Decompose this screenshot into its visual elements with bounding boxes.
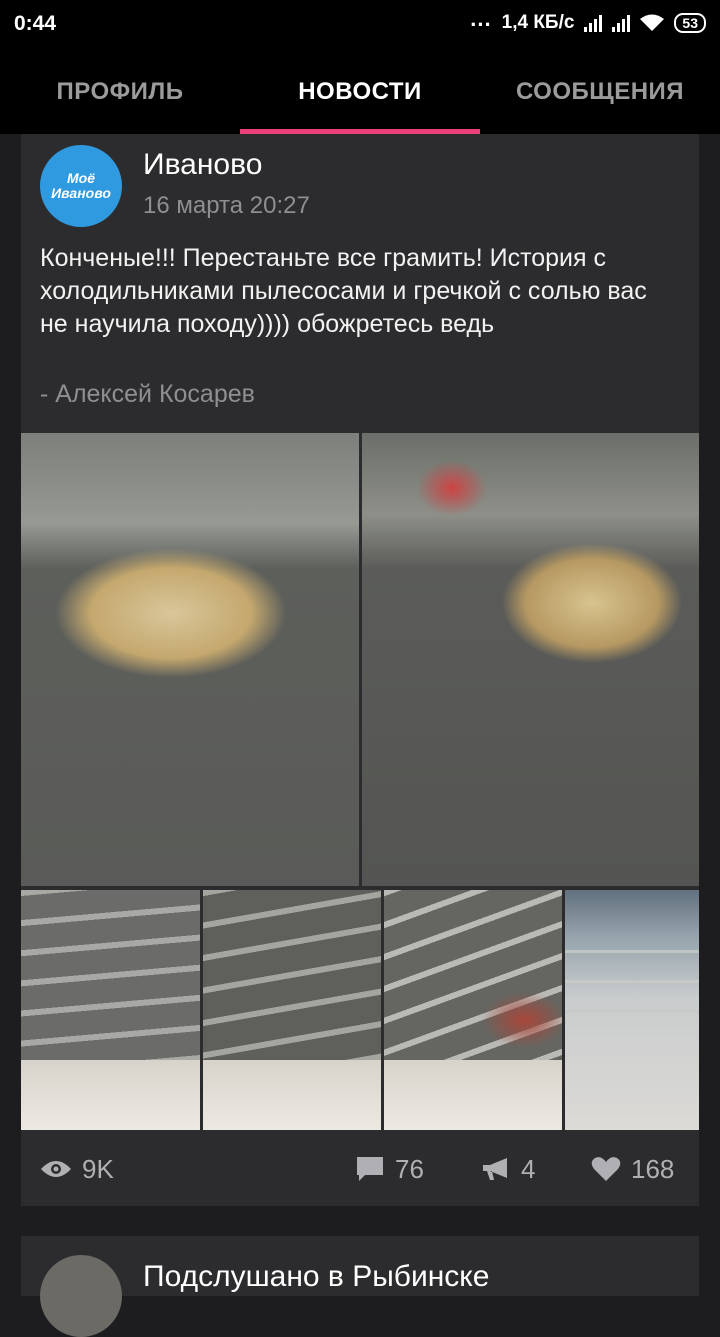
more-dots-icon: ... — [470, 6, 492, 31]
battery-icon: 53 — [674, 13, 706, 33]
repost-button[interactable]: 4 — [481, 1144, 535, 1194]
comments-button[interactable]: 76 — [355, 1144, 424, 1194]
status-bar: 0:44 ... 1,4 КБ/с 53 — [0, 0, 720, 50]
tab-messages[interactable]: СООБЩЕНИЯ — [480, 50, 720, 134]
heart-icon — [591, 1157, 621, 1181]
tab-news[interactable]: НОВОСТИ — [240, 50, 480, 134]
comment-icon — [357, 1157, 383, 1181]
post-photo-5[interactable] — [384, 890, 562, 1130]
post-photo-6[interactable] — [565, 890, 699, 1130]
eye-icon — [41, 1161, 71, 1177]
signal-icon-2 — [612, 14, 631, 32]
reposts-count: 4 — [521, 1153, 536, 1184]
signal-icon — [584, 14, 603, 32]
avatar[interactable]: Моё Иваново — [40, 145, 122, 227]
views-counter: 9K — [40, 1144, 114, 1194]
post-date: 16 марта 20:27 — [143, 192, 310, 219]
post-stats: 9K 76 4 168 — [21, 1144, 699, 1194]
post-photo-3[interactable] — [21, 890, 200, 1130]
like-button[interactable]: 168 — [591, 1144, 674, 1194]
views-count: 9K — [82, 1153, 114, 1184]
status-time: 0:44 — [14, 12, 57, 35]
post-photo-4[interactable] — [203, 890, 381, 1130]
next-post-card: Подслушано в Рыбинске — [21, 1236, 699, 1337]
avatar-text-2: Иваново — [51, 185, 111, 201]
status-right: ... 1,4 КБ/с 53 — [470, 6, 706, 34]
megaphone-icon — [483, 1158, 507, 1180]
post-signature: - Алексей Косарев — [40, 380, 255, 408]
likes-count: 168 — [631, 1153, 675, 1184]
post-text: Конченые!!! Перестаньте все грамить! Ист… — [40, 244, 647, 338]
post-author[interactable]: Иваново — [143, 148, 262, 182]
next-post-avatar[interactable] — [40, 1255, 122, 1337]
post-card: Моё Иваново Иваново 16 марта 20:27 Конче… — [21, 134, 699, 1206]
tab-bar: ПРОФИЛЬ НОВОСТИ СООБЩЕНИЯ — [0, 50, 720, 134]
avatar-text-1: Моё — [67, 170, 95, 186]
wifi-icon — [640, 14, 665, 31]
network-speed: 1,4 КБ/с — [501, 12, 575, 33]
post-photo-2[interactable] — [362, 433, 699, 886]
tab-profile[interactable]: ПРОФИЛЬ — [0, 50, 240, 134]
next-post-author[interactable]: Подслушано в Рыбинске — [143, 1260, 489, 1294]
comments-count: 76 — [395, 1153, 424, 1184]
post-photo-1[interactable] — [21, 433, 359, 886]
